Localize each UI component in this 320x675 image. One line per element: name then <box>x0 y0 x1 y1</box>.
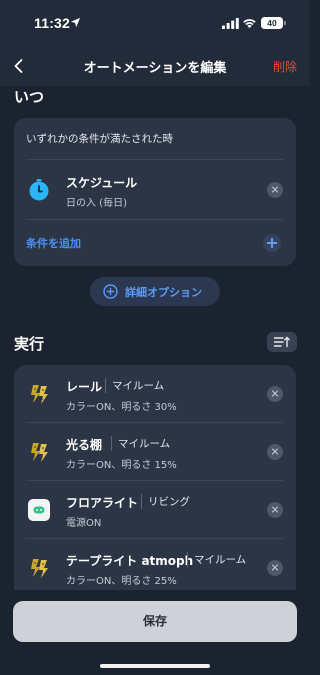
divider <box>26 159 284 160</box>
action-state: カラーON、明るさ 25% <box>66 576 177 587</box>
sort-icon <box>274 336 290 348</box>
section-title-exec: 実行 <box>14 335 45 353</box>
remove-action-button[interactable] <box>267 502 283 518</box>
battery-icon: 40 <box>261 17 283 29</box>
nav-bar: オートメーションを編集 削除 <box>0 46 310 86</box>
plus-circle-icon <box>103 284 118 299</box>
condition-mode-selector[interactable]: いずれかの条件が満たされた時 <box>26 131 173 146</box>
action-room: マイルーム <box>111 436 170 451</box>
actions-card: レール マイルーム カラーON、明るさ 30% 光る棚 マイルーム カラーON、… <box>14 365 296 590</box>
action-row-2[interactable]: フロアライト リビング 電源ON <box>14 481 296 539</box>
cellular-signal-icon <box>222 18 239 29</box>
smart-plug-icon <box>28 499 50 521</box>
remove-condition-button[interactable] <box>267 182 283 198</box>
location-arrow-icon <box>70 17 81 28</box>
page-title: オートメーションを編集 <box>83 61 227 76</box>
action-room: マイルーム <box>187 552 246 567</box>
bottom-bar: 保存 <box>0 590 310 675</box>
remove-action-button[interactable] <box>267 444 283 460</box>
condition-subtitle: 日の入 (毎日) <box>66 198 127 209</box>
action-name: 光る棚 <box>66 438 103 452</box>
action-row-3[interactable]: テープライト atmoph マイルーム カラーON、明るさ 25% <box>14 539 296 590</box>
action-state: カラーON、明るさ 15% <box>66 460 177 471</box>
status-bar: 11:32 40 <box>0 0 310 46</box>
advanced-options-label: 詳細オプション <box>125 286 202 299</box>
section-title-when: いつ <box>14 88 45 106</box>
condition-title[interactable]: スケジュール <box>66 174 137 191</box>
home-indicator <box>100 664 210 668</box>
wifi-icon <box>243 19 256 29</box>
action-room: リビング <box>141 494 190 509</box>
remove-action-button[interactable] <box>267 560 283 576</box>
reorder-button[interactable] <box>267 332 297 352</box>
action-name: レール <box>66 380 103 394</box>
add-condition-link[interactable]: 条件を追加 <box>26 235 81 251</box>
led-strip-icon <box>31 443 48 462</box>
add-condition-plus-icon[interactable] <box>263 234 281 252</box>
action-name: フロアライト <box>66 496 139 510</box>
battery-cap <box>284 21 286 25</box>
action-state: カラーON、明るさ 30% <box>66 402 177 413</box>
divider <box>26 219 284 220</box>
advanced-options-button[interactable]: 詳細オプション <box>90 277 220 306</box>
content-scroll[interactable]: いつ いずれかの条件が満たされた時 スケジュール 日の入 (毎日) 条件を追加 … <box>0 86 310 590</box>
led-strip-icon <box>31 559 48 578</box>
save-button[interactable]: 保存 <box>13 601 297 642</box>
remove-action-button[interactable] <box>267 386 283 402</box>
action-row-1[interactable]: 光る棚 マイルーム カラーON、明るさ 15% <box>14 423 296 481</box>
action-state: 電源ON <box>66 518 102 529</box>
action-room: マイルーム <box>105 378 164 393</box>
clock-icon <box>29 179 49 201</box>
action-name: テープライト atmoph <box>66 554 194 568</box>
led-strip-icon <box>31 385 48 404</box>
action-row-0[interactable]: レール マイルーム カラーON、明るさ 30% <box>14 365 296 423</box>
delete-button[interactable]: 削除 <box>273 58 297 75</box>
conditions-card: いずれかの条件が満たされた時 スケジュール 日の入 (毎日) 条件を追加 <box>14 118 296 266</box>
status-time: 11:32 <box>34 15 71 31</box>
